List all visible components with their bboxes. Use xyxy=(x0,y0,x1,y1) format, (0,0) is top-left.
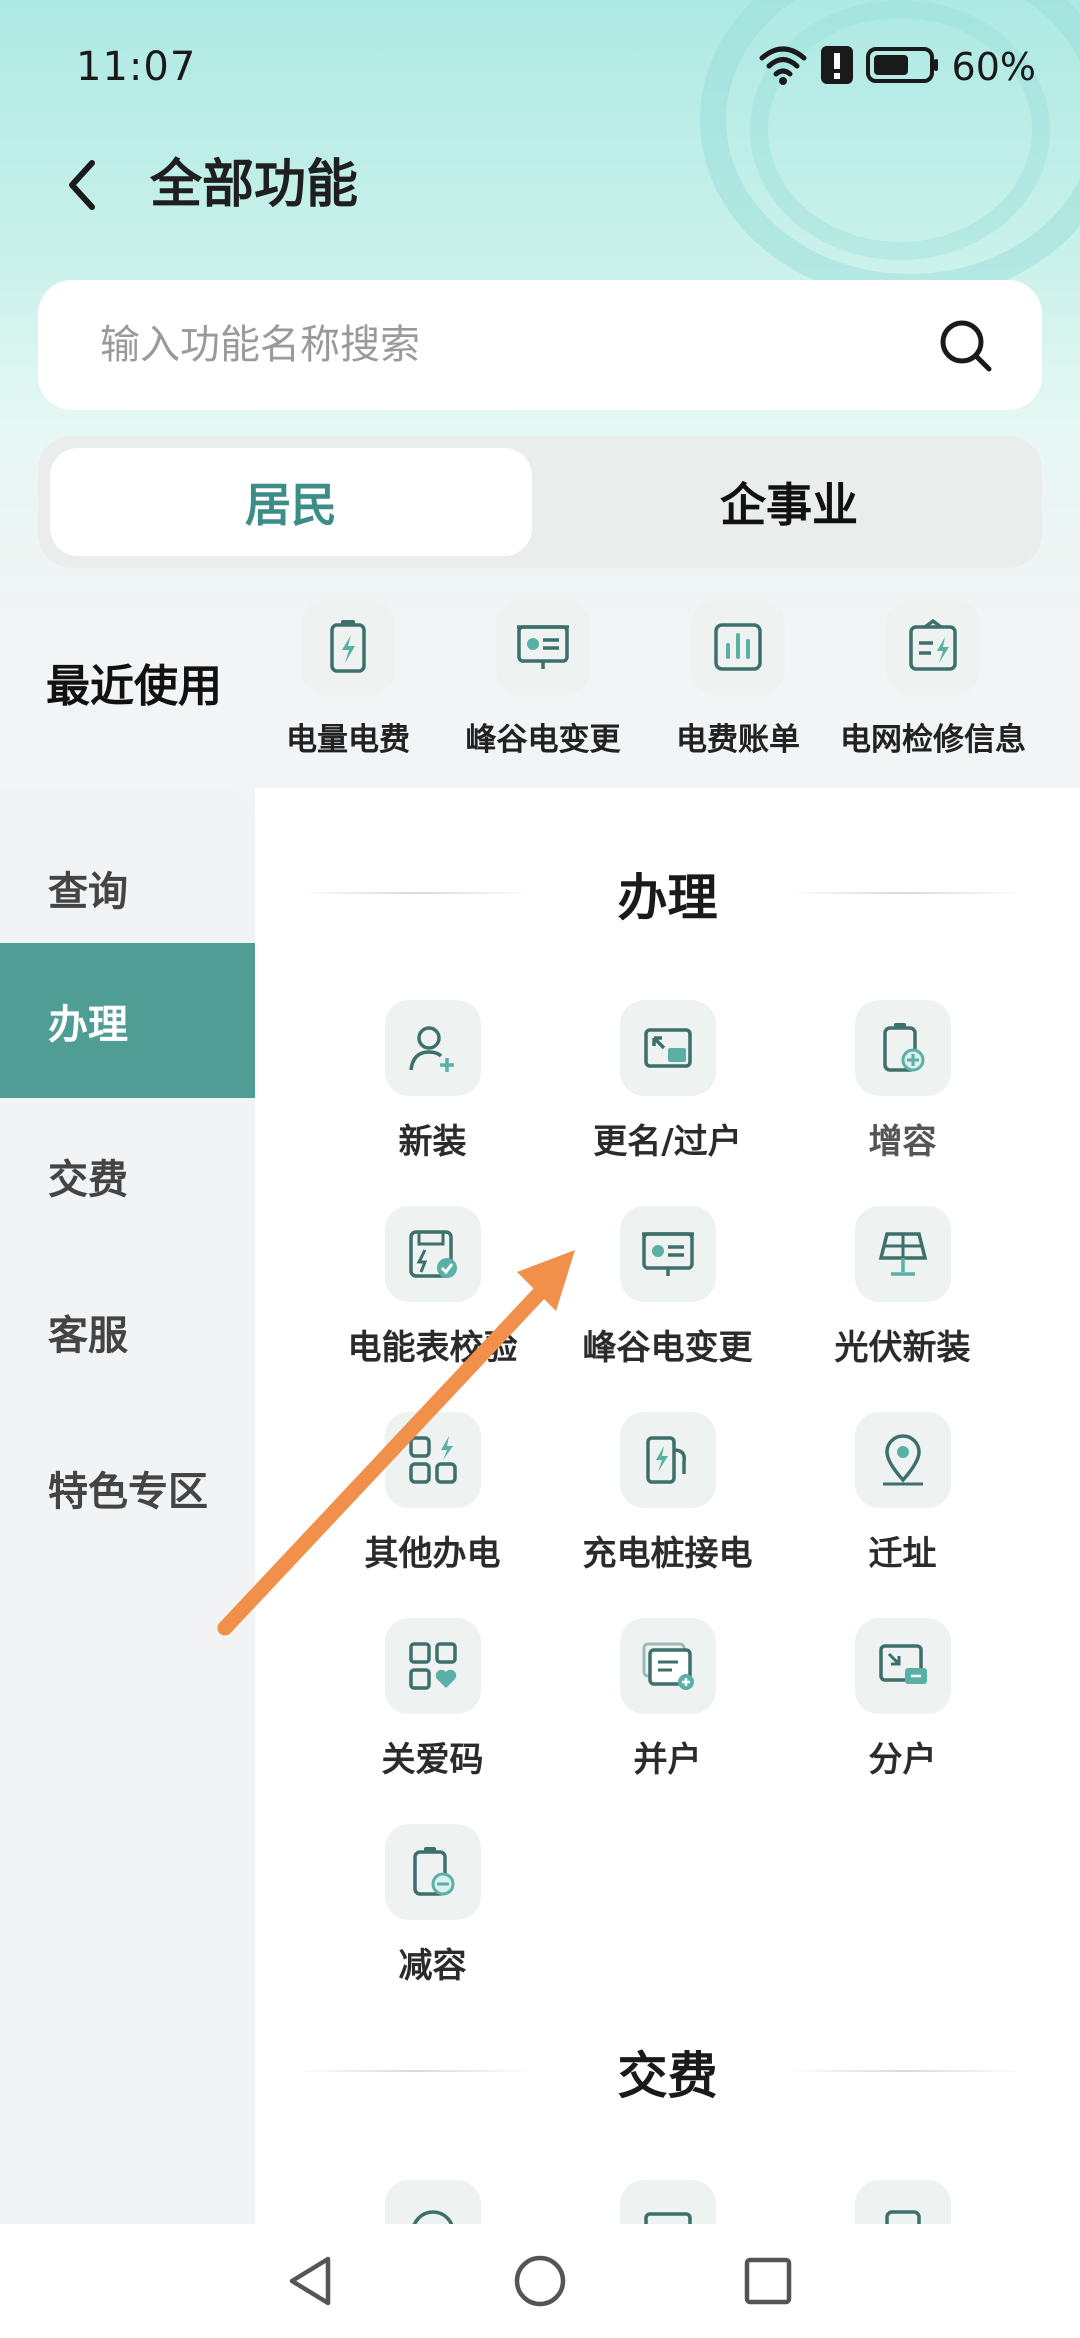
grid-item-label: 减容 xyxy=(398,1946,467,1986)
battery-icon xyxy=(865,47,940,87)
grid-item-charging-pile[interactable]: 充电桩接电 xyxy=(550,1412,785,1575)
search-bar[interactable] xyxy=(38,280,1042,410)
charging-pile-icon xyxy=(619,1412,716,1508)
grid-item-capacity-increase[interactable]: 增容 xyxy=(785,1000,1020,1163)
grid-item-new-install[interactable]: 新装 xyxy=(315,1000,550,1163)
grid-item-solar-install[interactable]: 光伏新装 xyxy=(785,1206,1020,1369)
recent-item-electricity[interactable]: 电量电费 xyxy=(248,600,448,759)
split-account-icon xyxy=(854,1618,951,1714)
close-circle-icon xyxy=(385,2180,481,2224)
category-sidebar: 查询 办理 交费 客服 特色专区 xyxy=(0,788,255,2224)
nav-back-button[interactable] xyxy=(275,2246,345,2316)
recent-label: 最近使用 xyxy=(46,661,222,712)
card-icon xyxy=(620,2180,716,2224)
recent-item-label: 电量电费 xyxy=(286,722,410,758)
grid-item-label: 并户 xyxy=(633,1740,702,1780)
status-bar: 11:07 60% xyxy=(0,0,1080,140)
grid-item-transfer[interactable]: 更名/过户 xyxy=(550,1000,785,1163)
monitor-card-icon xyxy=(619,1206,716,1302)
battery-percent: 60% xyxy=(951,45,1036,89)
wifi-icon xyxy=(758,44,808,90)
triangle-back-icon xyxy=(289,2256,331,2306)
search-icon[interactable] xyxy=(938,318,994,374)
function-list: 办理 新装 更名/过户 增容 电能表校验 峰谷电变更 光伏新装 其他办电 充电桩… xyxy=(255,788,1080,2224)
user-add-icon xyxy=(384,1000,481,1096)
nav-home-button[interactable] xyxy=(505,2246,575,2316)
grid-item-label: 分户 xyxy=(868,1740,937,1780)
status-icons: 60% xyxy=(758,44,1036,90)
pay-item-peek-2[interactable] xyxy=(620,2180,716,2224)
grid-item-label: 充电桩接电 xyxy=(582,1534,753,1574)
divider xyxy=(785,2070,1025,2072)
battery-bolt-icon xyxy=(301,600,395,694)
grid-item-label: 峰谷电变更 xyxy=(582,1328,753,1368)
search-input[interactable] xyxy=(100,322,900,368)
grid-item-capacity-decrease[interactable]: 减容 xyxy=(315,1824,550,1987)
qr-heart-icon xyxy=(384,1618,481,1714)
clipboard-bolt-icon xyxy=(886,600,980,694)
solar-panel-icon xyxy=(854,1206,951,1302)
recent-item-label: 电费账单 xyxy=(676,722,800,758)
merge-account-icon xyxy=(619,1618,716,1714)
recent-item-label: 电网检修信息 xyxy=(840,722,1026,758)
recent-item-grid-maintenance[interactable]: 电网检修信息 xyxy=(833,600,1033,759)
grid-item-label: 迁址 xyxy=(868,1534,937,1574)
divider xyxy=(785,892,1025,894)
recent-item-peak-valley[interactable]: 峰谷电变更 xyxy=(443,600,643,759)
battery-plus-icon xyxy=(854,1000,951,1096)
sidebar-item-service[interactable]: 客服 xyxy=(0,1254,255,1409)
chevron-left-icon xyxy=(69,160,95,210)
page-title: 全部功能 xyxy=(150,155,359,215)
alert-icon xyxy=(820,45,854,89)
monitor-card-icon xyxy=(496,600,590,694)
grid-item-care-code[interactable]: 关爱码 xyxy=(315,1618,550,1781)
grid-item-label: 电能表校验 xyxy=(347,1328,518,1368)
grid-item-label: 关爱码 xyxy=(381,1740,484,1780)
grid-item-meter-check[interactable]: 电能表校验 xyxy=(315,1206,550,1369)
circle-home-icon xyxy=(514,2255,566,2307)
meter-check-icon xyxy=(384,1206,481,1302)
back-button[interactable] xyxy=(52,150,112,220)
grid-item-label: 增容 xyxy=(868,1122,937,1162)
sidebar-item-featured[interactable]: 特色专区 xyxy=(0,1410,255,1565)
sidebar-item-query[interactable]: 查询 xyxy=(0,810,255,965)
grid-item-merge-account[interactable]: 并户 xyxy=(550,1618,785,1781)
tab-enterprise[interactable]: 企事业 xyxy=(548,448,1030,556)
grid-item-label: 更名/过户 xyxy=(593,1122,742,1162)
battery-minus-icon xyxy=(384,1824,481,1920)
grid-item-split-account[interactable]: 分户 xyxy=(785,1618,1020,1781)
tab-resident[interactable]: 居民 xyxy=(50,448,532,556)
customer-type-tabs: 居民 企事业 xyxy=(38,436,1042,568)
recent-item-label: 峰谷电变更 xyxy=(465,722,621,758)
pay-item-peek-3[interactable] xyxy=(855,2180,951,2224)
sidebar-item-pay[interactable]: 交费 xyxy=(0,1098,255,1253)
grid-item-label: 其他办电 xyxy=(364,1534,501,1574)
square-recents-icon xyxy=(744,2257,792,2305)
transfer-icon xyxy=(619,1000,716,1096)
grid-item-peak-valley[interactable]: 峰谷电变更 xyxy=(550,1206,785,1369)
grid-item-label: 光伏新装 xyxy=(834,1328,971,1368)
sidebar-item-handle[interactable]: 办理 xyxy=(0,943,255,1098)
grid-bolt-icon xyxy=(384,1412,481,1508)
clipboard-icon xyxy=(855,2180,951,2224)
grid-item-relocation[interactable]: 迁址 xyxy=(785,1412,1020,1575)
recent-item-bill[interactable]: 电费账单 xyxy=(638,600,838,759)
grid-item-label: 新装 xyxy=(398,1122,467,1162)
pay-item-peek-1[interactable] xyxy=(385,2180,481,2224)
section-title-handle: 办理 xyxy=(617,869,718,927)
system-nav-bar xyxy=(0,2224,1080,2338)
grid-item-other-power[interactable]: 其他办电 xyxy=(315,1412,550,1575)
nav-recents-button[interactable] xyxy=(733,2246,803,2316)
section-title-pay: 交费 xyxy=(617,2047,718,2105)
bar-chart-icon xyxy=(691,600,785,694)
status-time: 11:07 xyxy=(76,44,197,90)
location-pin-icon xyxy=(854,1412,951,1508)
